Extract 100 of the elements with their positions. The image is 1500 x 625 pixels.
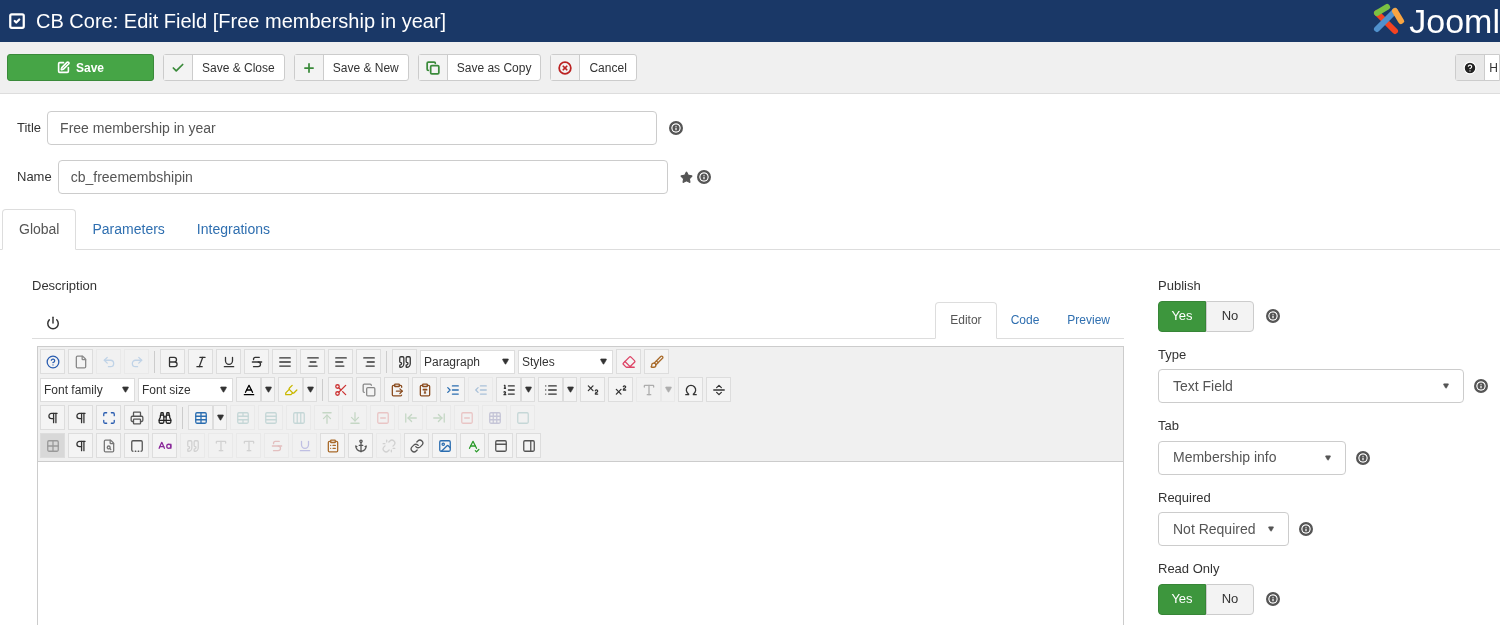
align-left-button[interactable]: [328, 349, 353, 374]
dropdown-button[interactable]: [303, 377, 317, 402]
dropdown-button[interactable]: [213, 405, 227, 430]
insert-column-icon: [431, 410, 446, 425]
tab[interactable]: Code: [996, 301, 1054, 339]
strikethrough-button[interactable]: [244, 349, 269, 374]
indent-button[interactable]: [440, 377, 465, 402]
horizontal-rule-button[interactable]: [706, 377, 731, 402]
toolbar-select[interactable]: Font size: [138, 377, 233, 402]
help-button[interactable]: [40, 349, 65, 374]
caret-icon: [1325, 454, 1331, 461]
image-button[interactable]: [432, 433, 457, 458]
table-button[interactable]: [188, 405, 213, 430]
copy-icon: [425, 60, 440, 75]
checkbox-icon: [8, 12, 26, 30]
numbered-list-icon: [501, 382, 516, 397]
template-button[interactable]: [124, 433, 149, 458]
right-to-left-icon: [73, 410, 88, 425]
tab[interactable]: Integrations: [180, 209, 286, 250]
template-icon: [129, 438, 144, 453]
toolbar-select[interactable]: Font family: [40, 377, 135, 402]
toolbar-button[interactable]: Cancel: [550, 54, 637, 81]
highlighter-icon: [283, 382, 298, 397]
styles-button[interactable]: [152, 433, 177, 458]
panel-button[interactable]: [488, 433, 513, 458]
align-center-icon: [305, 354, 320, 369]
eraser-button[interactable]: [616, 349, 641, 374]
align-right-button[interactable]: [356, 349, 381, 374]
pilcrow-button[interactable]: [68, 433, 93, 458]
toggle-option[interactable]: No: [1206, 583, 1254, 615]
numbered-list-button[interactable]: [496, 377, 521, 402]
underline-button[interactable]: [216, 349, 241, 374]
dropdown-button[interactable]: [261, 377, 275, 402]
tab[interactable]: Preview: [1053, 301, 1124, 339]
panel-button[interactable]: [516, 433, 541, 458]
tab[interactable]: Parameters: [76, 209, 181, 250]
edit-icon: [57, 61, 70, 74]
print-button[interactable]: [124, 405, 149, 430]
select-field[interactable]: Text Field: [1158, 369, 1464, 403]
field-label: Name: [17, 168, 52, 187]
tab[interactable]: Editor: [935, 301, 997, 339]
anchor-button[interactable]: [348, 433, 373, 458]
brush-button[interactable]: [644, 349, 669, 374]
italic-button[interactable]: [188, 349, 213, 374]
link-icon: [409, 438, 424, 453]
table-icon: [193, 410, 208, 425]
align-right-icon: [361, 354, 376, 369]
spellcheck-button[interactable]: [460, 433, 485, 458]
abbreviation-icon: [213, 438, 228, 453]
subscript-button[interactable]: [580, 377, 605, 402]
toggle-option[interactable]: Yes: [1158, 583, 1206, 615]
preview-icon: [101, 438, 116, 453]
paste-text-button[interactable]: [412, 377, 437, 402]
bold-button[interactable]: [160, 349, 185, 374]
underline-icon: [221, 354, 236, 369]
fullscreen-button[interactable]: [96, 405, 121, 430]
acronym-icon: [241, 438, 256, 453]
fullscreen-icon: [101, 410, 116, 425]
toolbar-button[interactable]: Save as Copy: [417, 54, 542, 81]
right-to-left-button[interactable]: [68, 405, 93, 430]
toggle-option[interactable]: Yes: [1158, 300, 1206, 332]
new-document-button[interactable]: [68, 349, 93, 374]
paste-icon: [389, 382, 404, 397]
binoculars-button[interactable]: [152, 405, 177, 430]
caret-icon: [122, 386, 129, 393]
new-document-icon: [73, 354, 88, 369]
copy-button[interactable]: [356, 377, 381, 402]
dropdown-button[interactable]: [521, 377, 535, 402]
omega-button[interactable]: [678, 377, 703, 402]
toolbar-button[interactable]: Save & Close: [163, 54, 285, 81]
toggle-option[interactable]: No: [1206, 300, 1254, 332]
text-direction-icon: [641, 382, 656, 397]
text-color-button[interactable]: [236, 377, 261, 402]
bullet-list-button[interactable]: [538, 377, 563, 402]
align-center-button[interactable]: [300, 349, 325, 374]
quote-button[interactable]: [392, 349, 417, 374]
select-field[interactable]: Membership info: [1158, 440, 1346, 475]
caret-icon: [216, 414, 224, 421]
help-button[interactable]: H: [1455, 54, 1500, 81]
dropdown-button[interactable]: [563, 377, 577, 402]
toolbar-select[interactable]: Paragraph: [420, 349, 515, 374]
cut-button[interactable]: [328, 377, 353, 402]
left-to-right-button[interactable]: [40, 405, 65, 430]
text-field[interactable]: cb_freemembshipin: [57, 160, 668, 194]
select-field[interactable]: Not Required: [1158, 512, 1289, 546]
toolbar-button[interactable]: Save & New: [293, 54, 409, 81]
text-field[interactable]: Free membership in year: [47, 111, 658, 145]
link-button[interactable]: [404, 433, 429, 458]
tab[interactable]: Global: [2, 209, 77, 250]
toolbar-select[interactable]: Styles: [518, 349, 613, 374]
align-justify-button[interactable]: [272, 349, 297, 374]
superscript-button[interactable]: [608, 377, 633, 402]
caret-icon: [524, 386, 532, 393]
field-label: Type: [1158, 345, 1187, 364]
attributes-button[interactable]: [320, 433, 345, 458]
paste-button[interactable]: [384, 377, 409, 402]
help-icon: [1463, 60, 1478, 75]
caret-icon: [264, 386, 272, 393]
preview-button[interactable]: [96, 433, 121, 458]
insert-row-icon: [347, 410, 362, 425]
